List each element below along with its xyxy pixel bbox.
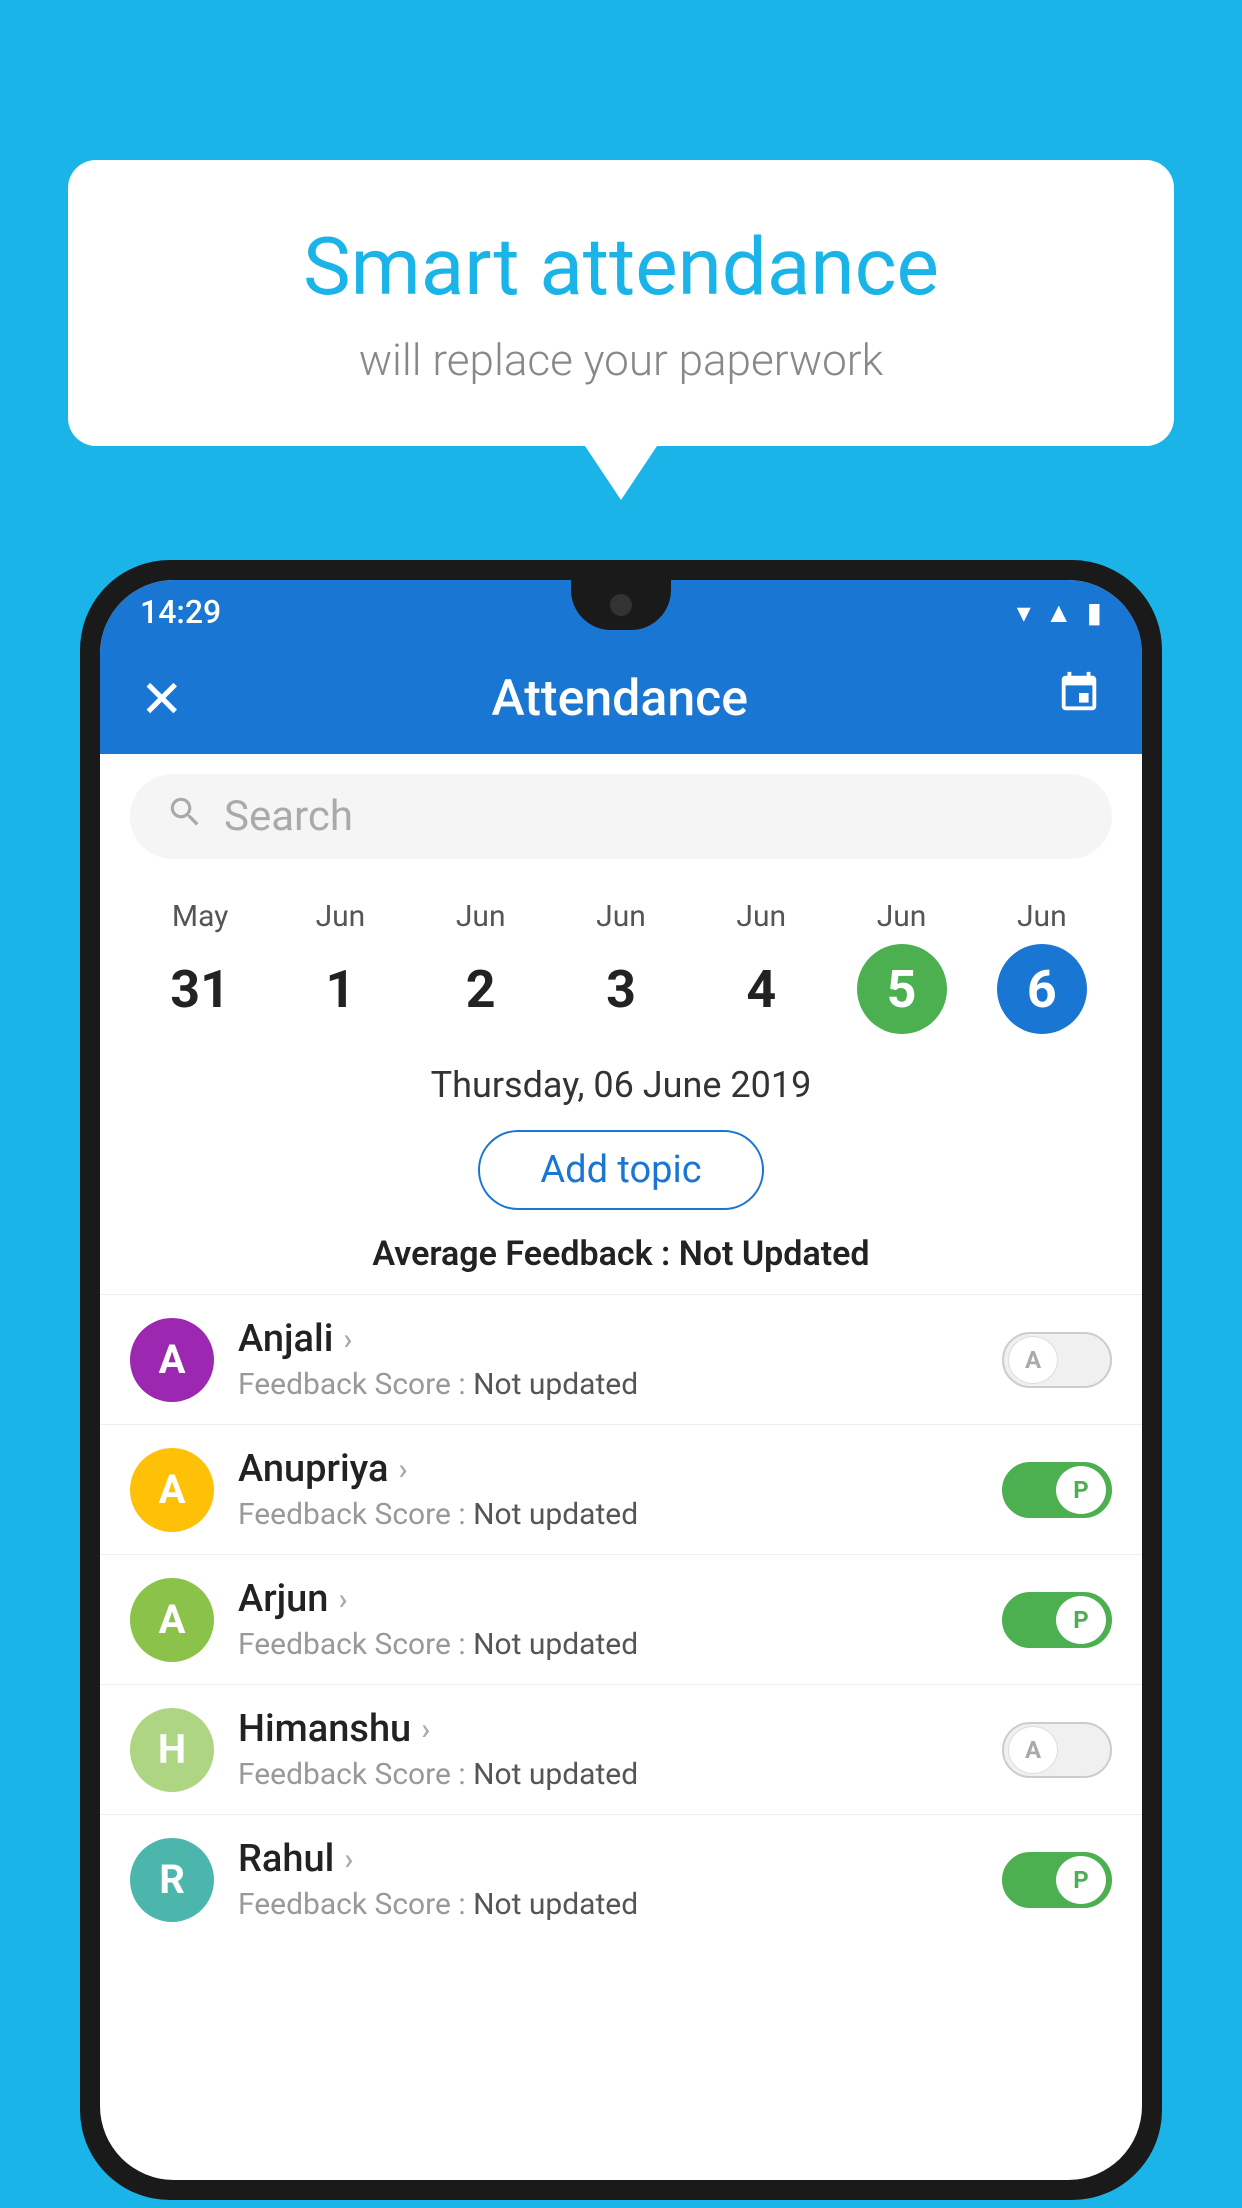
phone-screen: 14:29 ▾ ▲ ▮ ✕ Attendance	[100, 580, 1142, 2180]
student-name: Himanshu ›	[238, 1707, 978, 1751]
cal-date-2: 2	[436, 944, 526, 1034]
student-feedback: Feedback Score : Not updated	[238, 1627, 978, 1662]
student-info: Rahul › Feedback Score : Not updated	[238, 1837, 978, 1922]
cal-month-4: Jun	[736, 899, 786, 934]
wifi-icon: ▾	[1017, 596, 1031, 629]
phone-outer: 14:29 ▾ ▲ ▮ ✕ Attendance	[80, 560, 1162, 2200]
list-item[interactable]: A Anjali › Feedback Score : Not updated A	[100, 1294, 1142, 1424]
cal-date-3: 3	[576, 944, 666, 1034]
status-time: 14:29	[140, 593, 221, 631]
speech-bubble: Smart attendance will replace your paper…	[68, 160, 1174, 446]
cal-date-1: 1	[295, 944, 385, 1034]
signal-icon: ▲	[1045, 596, 1073, 629]
bubble-subtitle: will replace your paperwork	[148, 334, 1094, 386]
avatar: H	[130, 1708, 214, 1792]
status-bar: 14:29 ▾ ▲ ▮	[100, 580, 1142, 644]
toggle-knob: A	[1008, 1336, 1058, 1384]
search-placeholder: Search	[224, 792, 353, 841]
student-info: Arjun › Feedback Score : Not updated	[238, 1577, 978, 1662]
avatar: A	[130, 1448, 214, 1532]
student-name: Anjali ›	[238, 1317, 978, 1361]
feedback-value: Not updated	[473, 1757, 638, 1792]
cal-month-6: Jun	[1017, 899, 1067, 934]
close-button[interactable]: ✕	[140, 669, 184, 730]
status-icons: ▾ ▲ ▮	[1017, 596, 1102, 629]
list-item[interactable]: R Rahul › Feedback Score : Not updated P	[100, 1814, 1142, 1944]
student-feedback: Feedback Score : Not updated	[238, 1367, 978, 1402]
avatar: A	[130, 1318, 214, 1402]
list-item[interactable]: A Anupriya › Feedback Score : Not updated P	[100, 1424, 1142, 1554]
cal-month-1: Jun	[316, 899, 366, 934]
student-list: AAnjali ›Feedback Score : Not updatedAAA…	[100, 1294, 1142, 1944]
calendar-button[interactable]	[1056, 670, 1102, 728]
cal-month-2: Jun	[456, 899, 506, 934]
avg-feedback-label: Average Feedback :	[372, 1234, 670, 1274]
student-info: Anupriya › Feedback Score : Not updated	[238, 1447, 978, 1532]
student-name: Rahul ›	[238, 1837, 978, 1881]
camera-dot	[610, 594, 632, 616]
student-name: Arjun ›	[238, 1577, 978, 1621]
feedback-value: Not updated	[473, 1887, 638, 1922]
feedback-value: Not updated	[473, 1367, 638, 1402]
avatar: R	[130, 1838, 214, 1922]
student-feedback: Feedback Score : Not updated	[238, 1887, 978, 1922]
cal-date-5: 5	[857, 944, 947, 1034]
student-feedback: Feedback Score : Not updated	[238, 1497, 978, 1532]
cal-month-3: Jun	[596, 899, 646, 934]
cal-day-6[interactable]: Jun 6	[972, 899, 1112, 1034]
chevron-right-icon: ›	[343, 1322, 352, 1357]
add-topic-area: Add topic	[100, 1116, 1142, 1224]
list-item[interactable]: H Himanshu › Feedback Score : Not updated A	[100, 1684, 1142, 1814]
bubble-title: Smart attendance	[148, 220, 1094, 314]
avg-feedback: Average Feedback : Not Updated	[100, 1224, 1142, 1294]
chevron-right-icon: ›	[338, 1582, 347, 1617]
cal-day-0[interactable]: May 31	[130, 899, 270, 1034]
attendance-toggle[interactable]: P	[1002, 1592, 1112, 1648]
list-item[interactable]: A Arjun › Feedback Score : Not updated P	[100, 1554, 1142, 1684]
chevron-right-icon: ›	[398, 1452, 407, 1487]
attendance-toggle[interactable]: A	[1002, 1332, 1112, 1388]
feedback-value: Not updated	[473, 1627, 638, 1662]
cal-day-4[interactable]: Jun 4	[691, 899, 831, 1034]
cal-date-6: 6	[997, 944, 1087, 1034]
app-bar-title: Attendance	[492, 670, 749, 728]
toggle-knob: A	[1008, 1726, 1058, 1774]
cal-day-1[interactable]: Jun 1	[270, 899, 410, 1034]
student-info: Anjali › Feedback Score : Not updated	[238, 1317, 978, 1402]
selected-date-label: Thursday, 06 June 2019	[100, 1044, 1142, 1116]
search-bar[interactable]: Search	[130, 774, 1112, 859]
feedback-value: Not updated	[473, 1497, 638, 1532]
toggle-knob: P	[1056, 1466, 1106, 1514]
attendance-toggle[interactable]: A	[1002, 1722, 1112, 1778]
attendance-toggle[interactable]: P	[1002, 1852, 1112, 1908]
cal-date-0: 31	[155, 944, 245, 1034]
student-info: Himanshu › Feedback Score : Not updated	[238, 1707, 978, 1792]
cal-month-0: May	[172, 899, 228, 934]
add-topic-button[interactable]: Add topic	[478, 1130, 763, 1210]
chevron-right-icon: ›	[421, 1712, 430, 1747]
avg-feedback-value: Not Updated	[679, 1234, 870, 1274]
phone-wrapper: 14:29 ▾ ▲ ▮ ✕ Attendance	[80, 560, 1162, 2208]
chevron-right-icon: ›	[344, 1842, 353, 1877]
notch	[571, 580, 671, 630]
cal-day-3[interactable]: Jun 3	[551, 899, 691, 1034]
calendar-strip: May 31 Jun 1 Jun 2 Jun 3 Jun 4 Jun 5 Jun 6	[100, 879, 1142, 1044]
attendance-toggle[interactable]: P	[1002, 1462, 1112, 1518]
cal-day-5[interactable]: Jun 5	[831, 899, 971, 1034]
student-feedback: Feedback Score : Not updated	[238, 1757, 978, 1792]
toggle-knob: P	[1056, 1596, 1106, 1644]
search-icon	[166, 793, 204, 841]
cal-date-4: 4	[716, 944, 806, 1034]
toggle-knob: P	[1056, 1856, 1106, 1904]
app-bar: ✕ Attendance	[100, 644, 1142, 754]
speech-bubble-container: Smart attendance will replace your paper…	[68, 160, 1174, 446]
avatar: A	[130, 1578, 214, 1662]
cal-month-5: Jun	[877, 899, 927, 934]
student-name: Anupriya ›	[238, 1447, 978, 1491]
cal-day-2[interactable]: Jun 2	[411, 899, 551, 1034]
battery-icon: ▮	[1087, 596, 1102, 629]
